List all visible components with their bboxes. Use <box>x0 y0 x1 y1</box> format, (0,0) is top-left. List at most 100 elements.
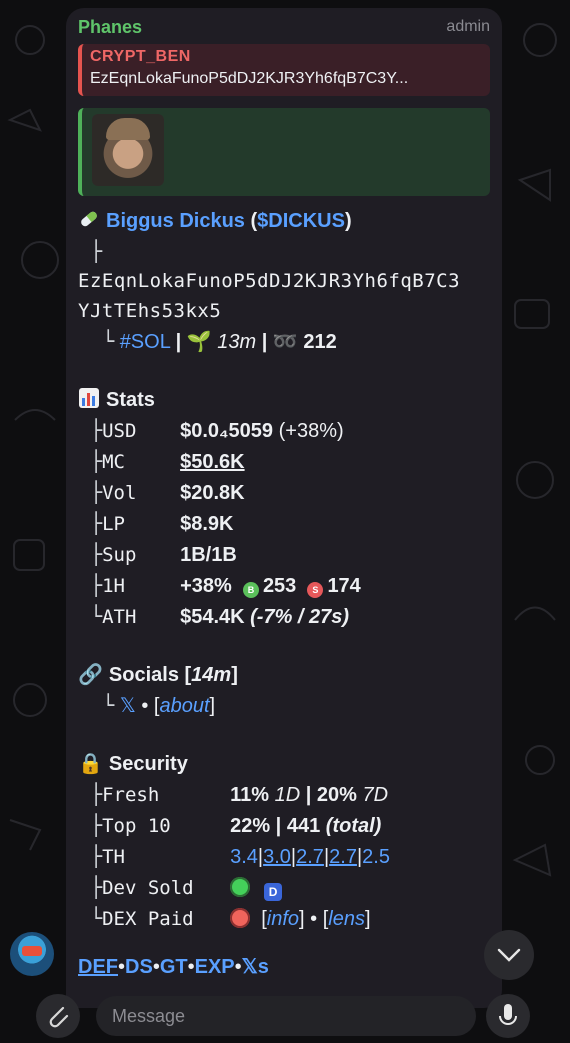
token-meta-row: └ #SOL | 🌱 13m | ➿ 212 <box>78 329 337 353</box>
sender-name[interactable]: Phanes <box>78 17 142 38</box>
socials-row: └ 𝕏 • [about] <box>78 693 216 717</box>
sec-top10: ├Top 10 22% | 441 (total) <box>78 810 490 841</box>
stat-value: $20.8K <box>180 482 245 504</box>
stat-ath: └ATH $54.4K (-7% / 27s) <box>78 601 490 632</box>
sprout-icon: 🌱 <box>186 331 212 353</box>
buy-count: 253 <box>262 575 297 597</box>
fresh-7d-unit: 7D <box>362 784 389 806</box>
token-name-link[interactable]: Biggus Dickus <box>106 210 245 232</box>
th-link[interactable]: 2.7 <box>329 846 357 868</box>
x-link[interactable]: 𝕏 <box>120 695 136 717</box>
message-bubble: Phanes admin CRYPT_BEN EzEqnLokaFunoP5dD… <box>66 8 502 1008</box>
sec-dex-paid: └DEX Paid [info] • [lens] <box>78 903 490 934</box>
dex-info-link[interactable]: info <box>267 908 299 930</box>
buy-icon: B <box>242 582 259 598</box>
th-link[interactable]: 3.4 <box>230 846 258 868</box>
stat-usd: ├USD $0.0₄5059 (+38%) <box>78 415 490 446</box>
contract-address-line-1[interactable]: EzEqnLokaFunoP5dDJ2KJR3Yh6fqB7C3 <box>78 266 490 296</box>
sell-icon: S <box>307 582 324 598</box>
reply-text: EzEqnLokaFunoP5dDJ2KJR3Yh6fqB7C3Y... <box>90 70 409 87</box>
chain-link[interactable]: #SOL <box>120 331 170 353</box>
stat-change: (+38%) <box>273 420 344 442</box>
message-input[interactable]: Message <box>96 996 476 1036</box>
stat-value: $0.0₄5059 <box>180 420 274 442</box>
link-icon: 🔗 <box>78 664 103 686</box>
stat-sup: ├Sup 1B/1B <box>78 539 490 570</box>
stat-label: MC <box>102 451 125 473</box>
chevron-down-icon <box>497 948 521 962</box>
bot-avatar[interactable] <box>10 932 54 976</box>
gt-link[interactable]: GT <box>160 956 188 978</box>
stats-heading: Stats <box>78 385 490 415</box>
ds-link[interactable]: DS <box>125 956 153 978</box>
fresh-1d-unit: 1D <box>274 784 301 806</box>
link-preview[interactable] <box>78 108 490 196</box>
ticker-close-paren: ) <box>344 210 352 232</box>
ath-extra: (-7% / 27s) <box>244 606 350 628</box>
sec-label: TH <box>102 846 125 868</box>
sec-fresh: ├Fresh 11% 1D | 20% 7D <box>78 779 490 810</box>
token-title-row: Biggus Dickus ($DICKUS) <box>78 206 490 236</box>
attach-button[interactable] <box>36 994 80 1038</box>
sender-role: admin <box>446 18 490 35</box>
ticker-open-paren: ( <box>244 210 258 232</box>
green-check-icon <box>230 877 251 897</box>
sec-label: Fresh <box>102 784 160 806</box>
fresh-7d: 20% <box>316 784 357 806</box>
bar-chart-icon <box>78 387 100 409</box>
reply-quote[interactable]: CRYPT_BEN EzEqnLokaFunoP5dDJ2KJR3Yh6fqB7… <box>78 44 490 96</box>
top10-pct: 22% <box>230 815 271 837</box>
stat-label: Vol <box>102 482 137 504</box>
token-image[interactable] <box>92 114 164 186</box>
sec-label: Top 10 <box>102 815 171 837</box>
xs-link[interactable]: 𝕏s <box>242 956 269 978</box>
message-composer: Message <box>0 990 570 1038</box>
stat-label: ATH <box>102 606 137 628</box>
stat-label: Sup <box>102 544 137 566</box>
socials-age: 14m <box>191 664 232 686</box>
top10-total: 441 <box>286 815 321 837</box>
security-heading: 🔒 Security <box>78 749 490 779</box>
sell-count: 174 <box>327 575 361 597</box>
dev-badge-icon[interactable]: D <box>264 883 283 901</box>
ticker-link[interactable]: $DICKUS <box>257 210 345 232</box>
stat-value: $54.4K <box>180 606 245 628</box>
sec-label: DEX Paid <box>102 908 194 930</box>
sec-th: ├TH 3.4|3.0|2.7|2.7|2.5 <box>78 841 490 872</box>
about-link[interactable]: about <box>159 695 209 717</box>
red-status-icon <box>230 908 251 928</box>
contract-address-line-2[interactable]: YJtTEhs53kx5 <box>78 296 490 326</box>
th-link[interactable]: 3.0 <box>263 846 291 868</box>
fresh-1d: 11% <box>230 784 270 806</box>
stat-label: LP <box>102 513 125 535</box>
stat-value: 1B/1B <box>180 544 237 566</box>
sec-dev-sold: ├Dev Sold D <box>78 872 490 903</box>
message-body: Biggus Dickus ($DICKUS) ├ EzEqnLokaFunoP… <box>78 206 490 982</box>
th-link[interactable]: 2.7 <box>296 846 324 868</box>
exp-link[interactable]: EXP <box>195 956 235 978</box>
stat-mc: ├MC $50.6K <box>78 446 490 477</box>
stats-title: Stats <box>106 389 155 411</box>
stat-vol: ├Vol $20.8K <box>78 477 490 508</box>
stat-value: $8.9K <box>180 513 234 535</box>
socials-heading: 🔗 Socials [14m] <box>78 664 238 686</box>
token-age: 13m <box>217 331 257 353</box>
security-title: Security <box>108 753 188 775</box>
eyes-icon: ➿ <box>272 331 298 353</box>
socials-title: Socials <box>108 664 179 686</box>
lock-icon: 🔒 <box>78 753 103 775</box>
def-link[interactable]: DEF <box>78 956 118 978</box>
top10-total-label: (total) <box>325 815 382 837</box>
tree-branch: ├ <box>78 239 103 263</box>
stat-1h: ├1H +38% B 253 S 174 <box>78 570 490 601</box>
dex-lens-link[interactable]: lens <box>328 908 365 930</box>
microphone-button[interactable] <box>486 994 530 1038</box>
stat-label: 1H <box>102 575 125 597</box>
scroll-down-button[interactable] <box>484 930 534 980</box>
footer-links: DEF•DS•GT•EXP•𝕏s <box>78 956 269 978</box>
stat-label: USD <box>102 420 137 442</box>
mc-value-link[interactable]: $50.6K <box>180 451 245 473</box>
th-link[interactable]: 2.5 <box>362 846 390 868</box>
message-header: Phanes admin <box>78 16 490 38</box>
sec-label: Dev Sold <box>102 877 194 899</box>
